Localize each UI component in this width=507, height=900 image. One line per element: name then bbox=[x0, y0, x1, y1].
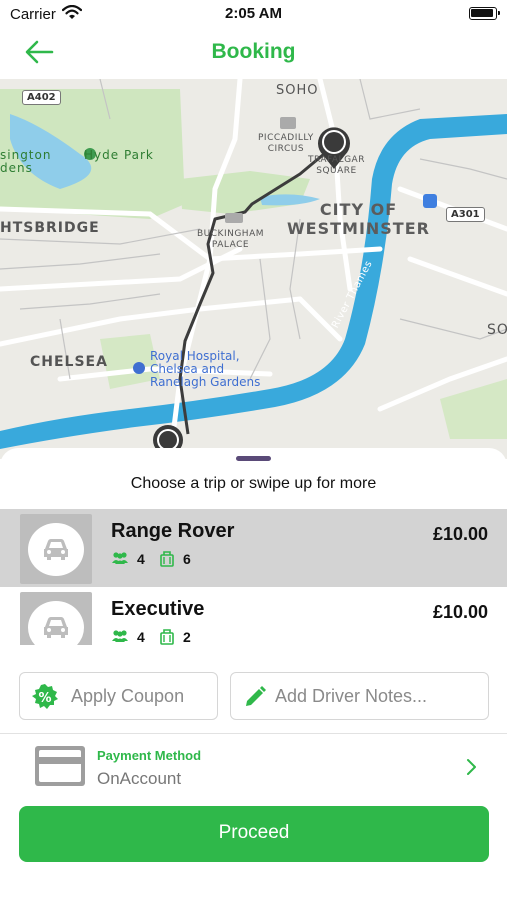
poi-icon bbox=[133, 362, 145, 374]
apply-coupon-button[interactable]: % Apply Coupon bbox=[19, 672, 218, 720]
map-label-royal-hospital: Royal Hospital, Chelsea and Ranelagh Gar… bbox=[150, 350, 260, 389]
trafalgar-line-2: SQUARE bbox=[316, 166, 357, 176]
trip-option-range-rover[interactable]: Range Rover £10.00 4 6 bbox=[0, 509, 507, 587]
map-label-buckingham: BUCKINGHAM PALACE bbox=[197, 229, 264, 251]
credit-card-icon bbox=[35, 746, 85, 786]
royal-line-3: Ranelagh Gardens bbox=[150, 375, 261, 389]
map-label-trafalgar: TRAFALGAR SQUARE bbox=[308, 155, 365, 177]
trafalgar-line-1: TRAFALGAR bbox=[308, 155, 365, 165]
palace-icon bbox=[225, 213, 243, 223]
coupon-badge-icon: % bbox=[32, 684, 58, 709]
map-label-soho: SOHO bbox=[276, 83, 319, 98]
add-driver-notes-label: Add Driver Notes... bbox=[275, 686, 428, 706]
buckingham-line-2: PALACE bbox=[211, 240, 250, 250]
trip-name: Executive bbox=[111, 598, 205, 620]
westminster-line-2: WESTMINSTER bbox=[287, 219, 430, 238]
luggage-icon bbox=[160, 551, 174, 567]
svg-text:%: % bbox=[38, 691, 51, 706]
passenger-count: 4 bbox=[137, 629, 145, 645]
car-thumbnail bbox=[20, 514, 92, 584]
luggage-count: 2 bbox=[183, 629, 191, 645]
divider bbox=[0, 733, 507, 734]
car-icon bbox=[44, 617, 68, 638]
map-label-kensington: sington dens bbox=[0, 149, 51, 175]
landmark-icon bbox=[280, 117, 296, 129]
payment-method-row[interactable]: Payment Method OnAccount bbox=[0, 735, 507, 801]
map-label-westminster: CITY OF WESTMINSTER bbox=[287, 200, 430, 238]
piccadilly-line-2: CIRCUS bbox=[267, 144, 305, 154]
route-map[interactable]: SOHO CITY OF WESTMINSTER HTSBRIDGE CHELS… bbox=[0, 79, 507, 459]
map-label-knightsbridge: HTSBRIDGE bbox=[0, 220, 100, 236]
chevron-right-icon bbox=[467, 759, 476, 775]
trip-price: £10.00 bbox=[432, 602, 488, 622]
map-canvas bbox=[0, 79, 507, 459]
car-icon bbox=[44, 539, 68, 560]
road-badge-a301: A301 bbox=[446, 207, 485, 222]
pencil-icon bbox=[246, 686, 266, 706]
road-badge-a402: A402 bbox=[22, 90, 61, 105]
booking-sheet: Choose a trip or swipe up for more Range… bbox=[0, 448, 507, 900]
page-title: Booking bbox=[211, 40, 296, 63]
payment-method-title: Payment Method bbox=[97, 748, 202, 763]
status-bar: Carrier 2:05 AM bbox=[0, 0, 507, 28]
map-label-chelsea: CHELSEA bbox=[30, 354, 108, 370]
proceed-label: Proceed bbox=[218, 822, 290, 843]
map-label-hyde-park: Hyde Park bbox=[84, 148, 154, 162]
westminster-line-1: CITY OF bbox=[319, 200, 398, 219]
battery-icon bbox=[469, 7, 500, 20]
trip-price: £10.00 bbox=[432, 524, 488, 544]
sheet-grabber[interactable] bbox=[236, 456, 271, 461]
luggage-icon bbox=[160, 629, 174, 645]
map-label-so: SO bbox=[487, 322, 507, 338]
proceed-button[interactable]: Proceed bbox=[19, 806, 489, 862]
apply-coupon-label: Apply Coupon bbox=[71, 686, 185, 706]
sheet-hint: Choose a trip or swipe up for more bbox=[130, 475, 377, 492]
piccadilly-line-1: PICCADILLY bbox=[258, 133, 314, 143]
passengers-icon bbox=[112, 552, 128, 564]
trip-option-executive[interactable]: Executive £10.00 4 2 bbox=[0, 587, 507, 645]
passengers-icon bbox=[112, 630, 128, 642]
kensington-line-2: dens bbox=[0, 161, 33, 175]
trip-name: Range Rover bbox=[111, 520, 235, 542]
nav-bar: Booking bbox=[0, 28, 507, 78]
map-label-piccadilly: PICCADILLY CIRCUS bbox=[258, 133, 314, 155]
payment-method-value: OnAccount bbox=[97, 769, 182, 788]
passenger-count: 4 bbox=[137, 551, 145, 567]
clock: 2:05 AM bbox=[225, 5, 282, 22]
buckingham-line-1: BUCKINGHAM bbox=[197, 229, 264, 239]
luggage-count: 6 bbox=[183, 551, 191, 567]
car-thumbnail bbox=[20, 592, 92, 645]
add-driver-notes-button[interactable]: Add Driver Notes... bbox=[230, 672, 489, 720]
